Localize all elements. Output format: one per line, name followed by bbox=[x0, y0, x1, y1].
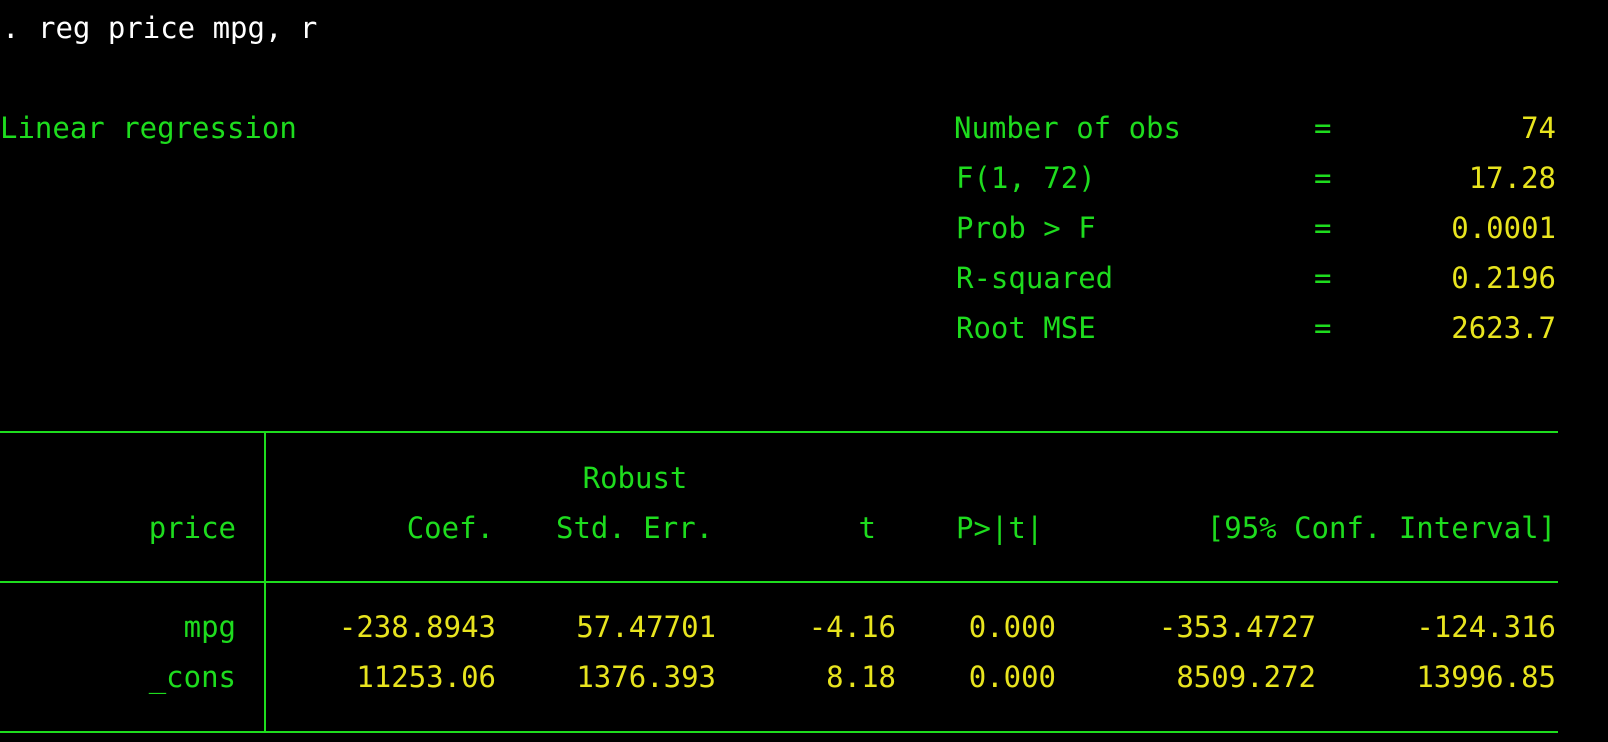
stat-eq-nobs: = bbox=[1314, 111, 1332, 145]
stat-value-nobs: 74 bbox=[1521, 111, 1556, 145]
row-p: 0.000 bbox=[968, 660, 1056, 694]
row-se: 57.47701 bbox=[576, 610, 716, 644]
table-bottom-rule bbox=[0, 731, 1558, 733]
stat-label-rmse: Root MSE bbox=[956, 311, 1096, 345]
stat-value-r2: 0.2196 bbox=[1451, 261, 1556, 295]
row-ci-high: 13996.85 bbox=[1416, 660, 1556, 694]
stat-label-nobs: Number of obs bbox=[954, 111, 1181, 145]
command-prompt: . bbox=[2, 11, 20, 45]
stat-eq-f: = bbox=[1314, 161, 1332, 195]
stat-value-probf: 0.0001 bbox=[1451, 211, 1556, 245]
header-se: Std. Err. bbox=[556, 511, 714, 545]
stat-value-rmse: 2623.7 bbox=[1451, 311, 1556, 345]
stat-label-probf: Prob > F bbox=[956, 211, 1096, 245]
stat-value-f: 17.28 bbox=[1468, 161, 1556, 195]
row-t: 8.18 bbox=[826, 660, 896, 694]
header-coef: Coef. bbox=[406, 511, 494, 545]
header-p: P>|t| bbox=[956, 511, 1044, 545]
row-coef: 11253.06 bbox=[356, 660, 496, 694]
row-p: 0.000 bbox=[968, 610, 1056, 644]
row-var: mpg bbox=[183, 610, 236, 644]
stat-eq-r2: = bbox=[1314, 261, 1332, 295]
table-header-rule bbox=[0, 581, 1558, 583]
table-top-rule bbox=[0, 431, 1558, 433]
header-ci: [95% Conf. Interval] bbox=[1206, 511, 1556, 545]
stat-eq-rmse: = bbox=[1314, 311, 1332, 345]
row-ci-high: -124.316 bbox=[1416, 610, 1556, 644]
header-depvar: price bbox=[148, 511, 236, 545]
row-ci-low: -353.4727 bbox=[1158, 610, 1316, 644]
table-vertical-rule bbox=[264, 431, 266, 733]
row-t: -4.16 bbox=[808, 610, 896, 644]
header-robust: Robust bbox=[582, 461, 688, 495]
row-se: 1376.393 bbox=[576, 660, 716, 694]
model-title: Linear regression bbox=[0, 111, 297, 145]
stat-eq-probf: = bbox=[1314, 211, 1332, 245]
row-var: _cons bbox=[148, 660, 236, 694]
stat-label-r2: R-squared bbox=[956, 261, 1114, 295]
row-ci-low: 8509.272 bbox=[1176, 660, 1316, 694]
command-text: reg price mpg, r bbox=[38, 11, 318, 45]
header-t: t bbox=[858, 511, 876, 545]
row-coef: -238.8943 bbox=[338, 610, 496, 644]
stat-label-f: F(1, 72) bbox=[956, 161, 1096, 195]
